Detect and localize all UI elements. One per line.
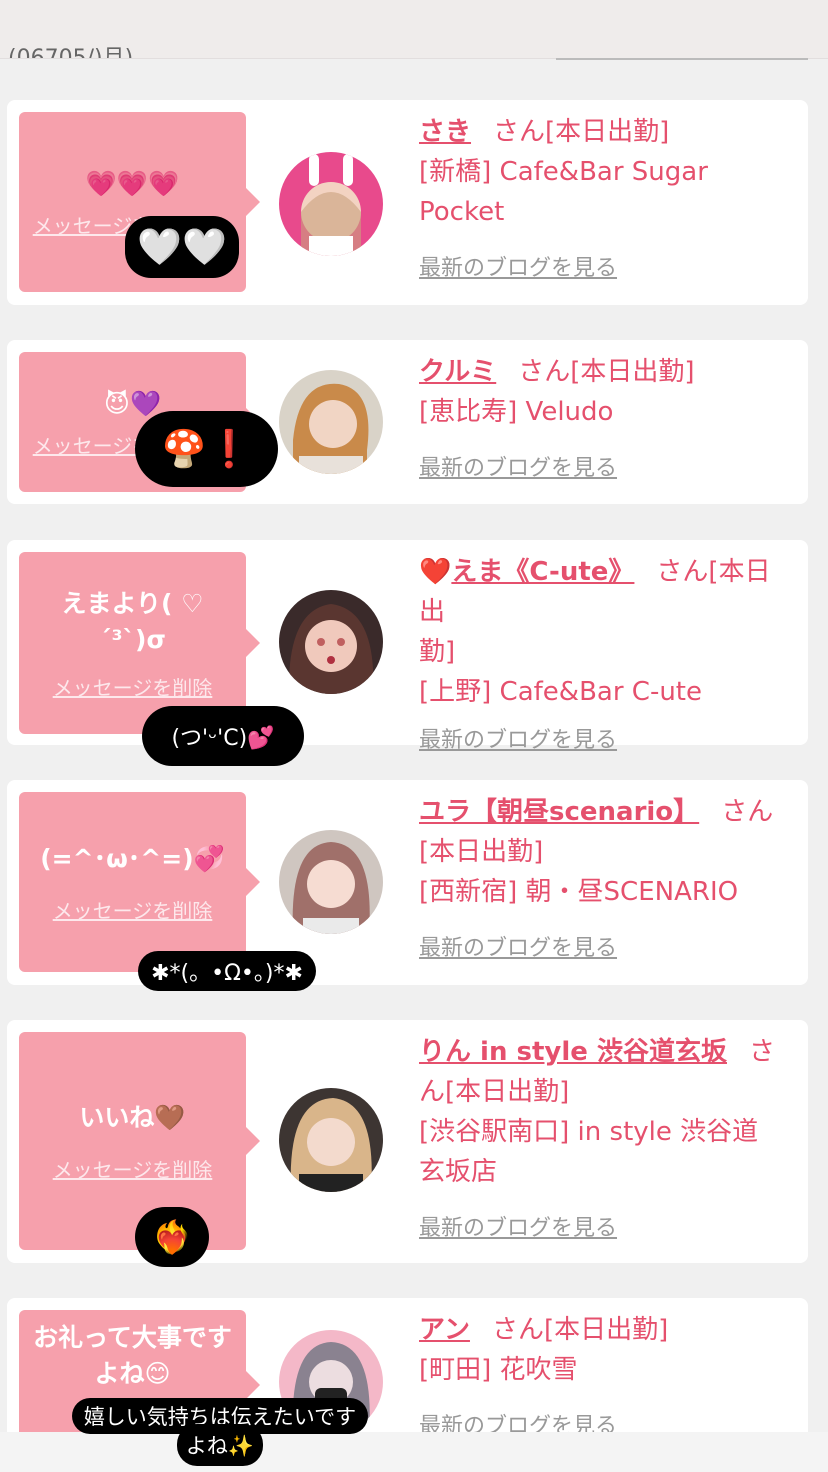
attendance-status: さん[本日出勤] xyxy=(518,357,695,387)
message-text: いいね🤎 xyxy=(79,1102,186,1132)
shop-name: [新橋] Cafe&Bar Sugar xyxy=(419,157,708,187)
message-text: (=^･ω･^=)💞 xyxy=(40,843,225,873)
shop-name: [町田] 花吹雪 xyxy=(419,1355,578,1385)
girl-name-link[interactable]: さき xyxy=(419,117,471,147)
shop-name: [恵比寿] Veludo xyxy=(419,397,614,427)
attendance-status: さん[本日出勤] xyxy=(491,1315,669,1345)
message-text: 💗💗💗 xyxy=(85,168,180,198)
header-count: (06705/)月) xyxy=(8,40,133,58)
message-bubble: (=^･ω･^=)💞 メッセージを削除 xyxy=(19,792,246,972)
message-text-line1: えまより( ♡ xyxy=(61,588,204,618)
attendance-status-cont: ん[本日出勤] xyxy=(419,1077,570,1107)
message-text-line1: お礼って大事です xyxy=(33,1323,232,1352)
message-card: 💗💗💗 メッセージを削除 さき さん[本日出勤] [新橋] Cafe&Bar Su… xyxy=(7,100,808,305)
message-text-line2: ´³`)σ xyxy=(99,624,166,654)
shop-name-cont: Pocket xyxy=(419,197,505,227)
message-card: えまより( ♡ ´³`)σ メッセージを削除 ❤️えま《C-ute》 さん[本日出… xyxy=(7,540,808,753)
girl-info: ユラ【朝昼scenario】 さん [本日出勤] [西新宿] 朝・昼SCENARI… xyxy=(419,792,795,962)
girl-name-link[interactable]: りん in style 渋谷道玄坂 xyxy=(419,1037,727,1067)
latest-blog-link[interactable]: 最新のブログを見る xyxy=(419,722,617,754)
girl-name-link[interactable]: アン xyxy=(419,1315,470,1345)
girl-name-link[interactable]: ユラ【朝昼scenario】 xyxy=(419,797,699,827)
girl-name-link[interactable]: えま《C-ute》 xyxy=(451,557,634,587)
latest-blog-link[interactable]: 最新のブログを見る xyxy=(419,930,617,962)
shop-name-cont: 玄坂店 xyxy=(419,1157,498,1187)
message-text-line2: よね😊 xyxy=(94,1359,171,1388)
heart-icon: ❤️ xyxy=(419,557,452,587)
girl-info: クルミ さん[本日出勤] [恵比寿] Veludo 最新のブログを見る xyxy=(419,352,795,482)
avatar[interactable] xyxy=(279,830,383,934)
header-link-underline[interactable] xyxy=(556,58,808,60)
girl-info: ❤️えま《C-ute》 さん[本日出 勤] [上野] Cafe&Bar C-ute… xyxy=(419,552,795,754)
avatar[interactable] xyxy=(279,590,383,694)
delete-message-link[interactable]: メッセージを削除 xyxy=(53,895,213,924)
message-card: いいね🤎 メッセージを削除 りん in style 渋谷道玄坂さ ん[本日出勤]… xyxy=(7,1020,808,1263)
girl-info: アン さん[本日出勤] [町田] 花吹雪 最新のブログを見る xyxy=(419,1310,795,1432)
avatar[interactable] xyxy=(279,1088,383,1192)
shop-name: [渋谷駅南口] in style 渋谷道 xyxy=(419,1117,759,1147)
latest-blog-link[interactable]: 最新のブログを見る xyxy=(419,1408,617,1432)
avatar-image xyxy=(279,1088,383,1192)
latest-blog-link[interactable]: 最新のブログを見る xyxy=(419,1210,617,1242)
delete-message-link[interactable]: メッセージを削除 xyxy=(53,1154,213,1183)
attendance-status-cont: 勤] xyxy=(419,637,456,667)
latest-blog-link[interactable]: 最新のブログを見る xyxy=(419,450,617,482)
girl-info: さき さん[本日出勤] [新橋] Cafe&Bar Sugar Pocket 最新… xyxy=(419,112,795,282)
reaction-bubble: ❤️‍🔥 xyxy=(135,1207,209,1267)
avatar-image xyxy=(279,590,383,694)
reaction-bubble-cont: よね✨ xyxy=(177,1424,263,1466)
attendance-status-cont: [本日出勤] xyxy=(419,837,544,867)
avatar-image xyxy=(279,370,383,474)
girl-info: りん in style 渋谷道玄坂さ ん[本日出勤] [渋谷駅南口] in st… xyxy=(419,1032,795,1242)
shop-name: [上野] Cafe&Bar C-ute xyxy=(419,677,702,707)
attendance-status: さん[本日出勤] xyxy=(493,117,670,147)
reaction-bubble: 🍄❗ xyxy=(135,411,278,487)
reaction-bubble: (つ'ᵕ'C)💕 xyxy=(142,706,304,766)
avatar-image xyxy=(279,830,383,934)
message-card: 😈💜 メッセージを削除 クルミ さん[本日出勤] [恵比寿] Veludo 最新の… xyxy=(7,340,808,504)
bottom-bar xyxy=(0,1432,828,1472)
reaction-bubble: 🤍🤍 xyxy=(125,216,239,278)
message-bubble: いいね🤎 メッセージを削除 xyxy=(19,1032,246,1250)
shop-name: [西新宿] 朝・昼SCENARIO xyxy=(419,877,739,907)
girl-name-link[interactable]: クルミ xyxy=(419,357,496,387)
avatar-image xyxy=(279,152,383,256)
top-bar: (06705/)月) xyxy=(0,0,828,60)
avatar[interactable] xyxy=(279,152,383,256)
message-card: (=^･ω･^=)💞 メッセージを削除 ユラ【朝昼scenario】 さん [本日… xyxy=(7,780,808,985)
delete-message-link[interactable]: メッセージを削除 xyxy=(53,672,213,701)
reaction-bubble: ✱*(。•Ω•。)*✱ xyxy=(138,951,316,991)
attendance-status: さ xyxy=(748,1037,775,1067)
latest-blog-link[interactable]: 最新のブログを見る xyxy=(419,250,617,282)
attendance-status: さん xyxy=(721,797,774,827)
avatar[interactable] xyxy=(279,370,383,474)
